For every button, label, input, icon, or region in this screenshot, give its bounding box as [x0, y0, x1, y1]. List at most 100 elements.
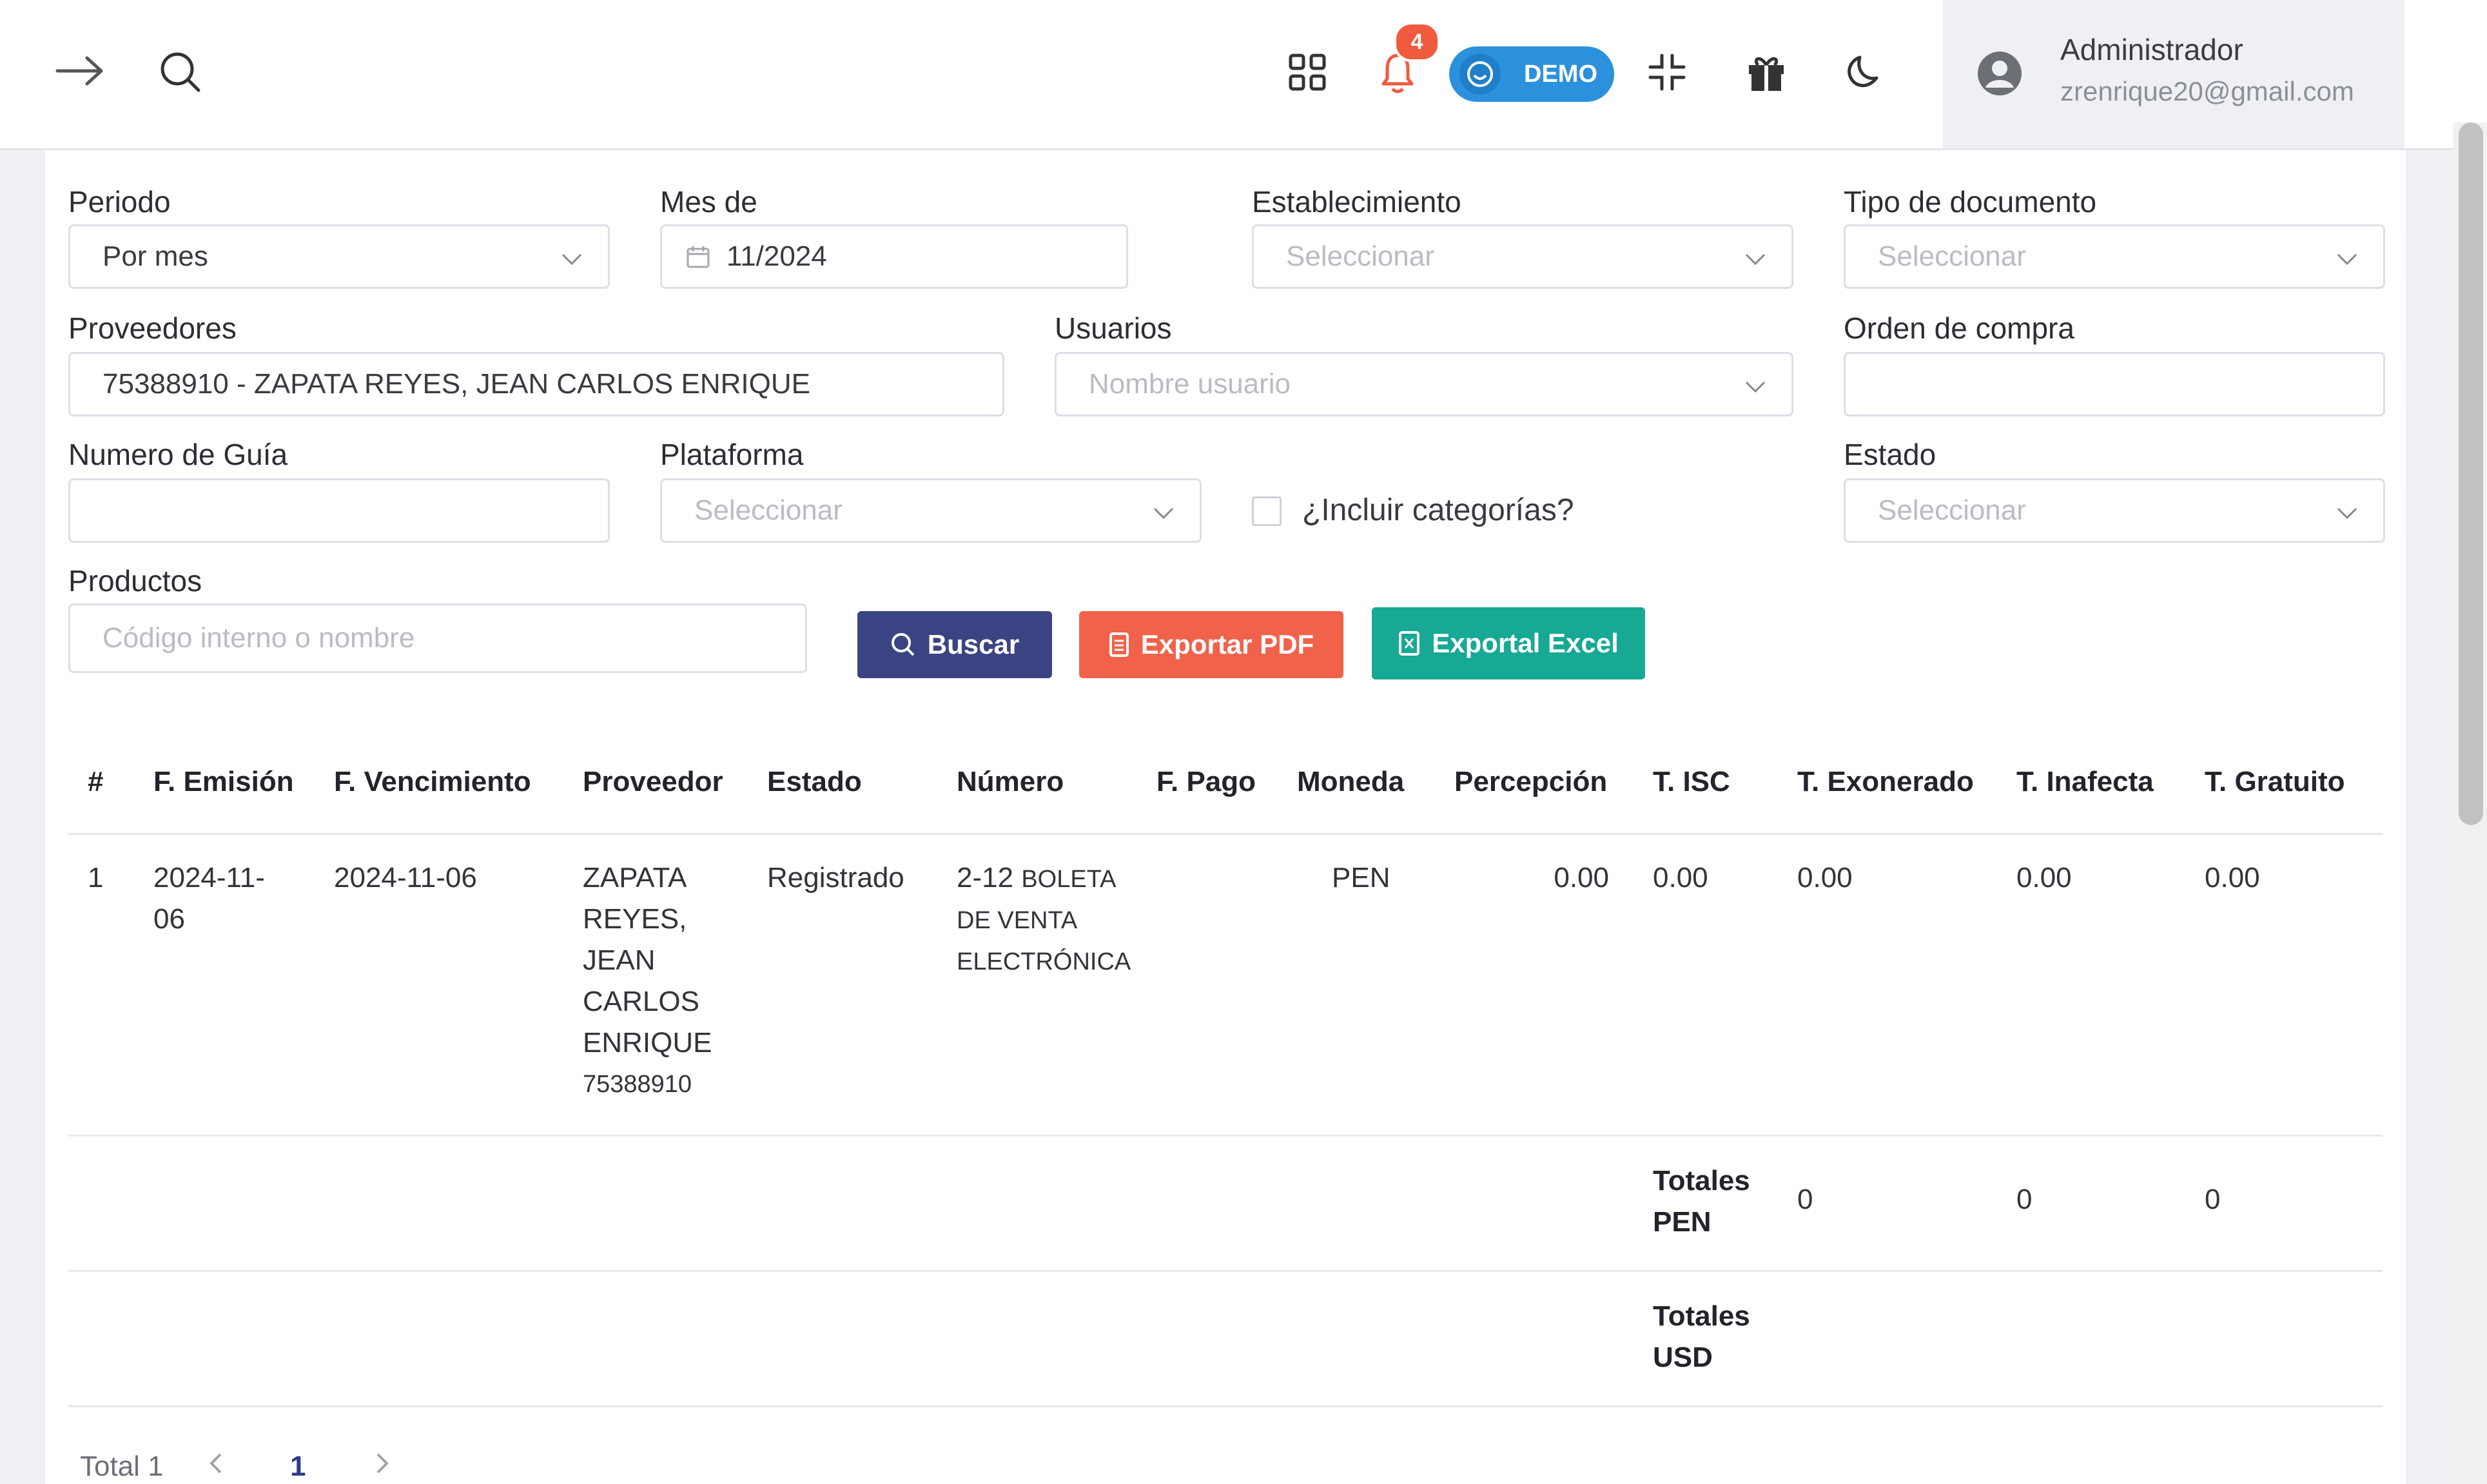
- periodo-value: Por mes: [102, 240, 208, 272]
- pagination-page[interactable]: 1: [290, 1450, 306, 1483]
- scrollbar-thumb[interactable]: [2459, 122, 2483, 825]
- exportar-pdf-button[interactable]: Exportar PDF: [1079, 611, 1343, 678]
- establecimiento-placeholder: Seleccionar: [1286, 240, 1434, 272]
- report-card: Periodo Por mes Mes de 11/2024 Estableci…: [45, 148, 2406, 1484]
- user-email: zrenrique20@gmail.com: [2060, 76, 2354, 106]
- col-header-f-emision: F. Emisión: [153, 766, 294, 797]
- chevron-right-icon: [376, 1453, 389, 1474]
- row-divider: [68, 1135, 2383, 1137]
- chevron-down-icon: [1745, 381, 1766, 393]
- col-header-t-gratuito: T. Gratuito: [2205, 766, 2345, 797]
- apps-grid-icon[interactable]: [1283, 48, 1332, 97]
- tipo-documento-select[interactable]: Seleccionar: [1844, 224, 2385, 289]
- productos-placeholder: Código interno o nombre: [102, 622, 415, 654]
- proveedores-select[interactable]: 75388910 - ZAPATA REYES, JEAN CARLOS ENR…: [68, 352, 1004, 416]
- establecimiento-select[interactable]: Seleccionar: [1252, 224, 1793, 289]
- mes-de-datepicker[interactable]: 11/2024: [660, 224, 1128, 289]
- periodo-select[interactable]: Por mes: [68, 224, 610, 289]
- plataforma-select[interactable]: Seleccionar: [660, 478, 1202, 543]
- cell-estado: Registrado: [767, 862, 904, 893]
- cell-f-emision: 2024-11- 06: [153, 857, 265, 940]
- tipo-documento-placeholder: Seleccionar: [1878, 240, 2026, 272]
- totals-usd-label: Totales USD: [1653, 1296, 1769, 1378]
- calendar-icon: [687, 246, 710, 268]
- cell-numero: 2-12 BOLETA DE VENTA ELECTRÓNICA: [957, 857, 1131, 982]
- pagination-total: Total 1: [80, 1450, 164, 1482]
- notification-badge: 4: [1394, 22, 1440, 62]
- collapse-icon[interactable]: [1643, 48, 1692, 97]
- mes-de-value: 11/2024: [727, 240, 827, 272]
- estado-select[interactable]: Seleccionar: [1844, 478, 2385, 543]
- cell-percepcion: 0.00: [1554, 862, 1609, 893]
- row-divider: [68, 1405, 2383, 1407]
- document-icon: [1109, 632, 1129, 657]
- chevron-down-icon: [561, 253, 582, 266]
- incluir-categorias-checkbox[interactable]: [1252, 496, 1282, 526]
- totals-label-line: USD: [1653, 1342, 1713, 1373]
- user-name: Administrador: [2060, 33, 2243, 66]
- cell-t-gratuito: 0.00: [2205, 862, 2260, 893]
- cell-proveedor-line: ZAPATA: [583, 862, 687, 893]
- exportar-pdf-label: Exportar PDF: [1140, 629, 1314, 659]
- cell-numero-tipo: DE VENTA: [957, 907, 1078, 934]
- demo-toggle[interactable]: DEMO: [1449, 46, 1614, 102]
- orden-compra-label: Orden de compra: [1844, 311, 2074, 345]
- chevron-down-icon: [2337, 253, 2357, 266]
- chevron-down-icon: [1745, 253, 1766, 266]
- cell-t-inafecta: 0.00: [2016, 862, 2072, 893]
- cell-proveedor: ZAPATA REYES, JEAN CARLOS ENRIQUE 753889…: [583, 857, 712, 1105]
- col-header-t-inafecta: T. Inafecta: [2016, 766, 2154, 797]
- plataforma-placeholder: Seleccionar: [694, 494, 843, 526]
- totals-label-line: Totales: [1653, 1300, 1750, 1332]
- tipo-documento-label: Tipo de documento: [1844, 185, 2097, 219]
- productos-label: Productos: [68, 564, 202, 598]
- search-icon[interactable]: [155, 46, 206, 98]
- usuarios-placeholder: Nombre usuario: [1089, 368, 1291, 400]
- mes-de-label: Mes de: [660, 185, 757, 219]
- gift-icon[interactable]: [1741, 46, 1792, 98]
- orden-compra-input[interactable]: [1844, 352, 2385, 416]
- arrow-right-icon[interactable]: [52, 45, 110, 97]
- col-header-moneda: Moneda: [1297, 766, 1405, 797]
- pagination-prev[interactable]: [206, 1450, 226, 1483]
- numero-guia-input[interactable]: [68, 478, 610, 543]
- totals-pen-inafecta: 0: [2016, 1184, 2033, 1215]
- estado-placeholder: Seleccionar: [1878, 494, 2026, 526]
- cell-moneda: PEN: [1332, 862, 1390, 893]
- plataforma-label: Plataforma: [660, 438, 804, 471]
- cell-proveedor-line: JEAN: [583, 944, 656, 976]
- exportar-excel-button[interactable]: Exportal Excel: [1372, 607, 1645, 679]
- usuarios-select[interactable]: Nombre usuario: [1055, 352, 1793, 416]
- col-header-t-isc: T. ISC: [1653, 766, 1730, 797]
- incluir-categorias-label[interactable]: ¿Incluir categorías?: [1302, 493, 1574, 528]
- totals-label-line: Totales: [1653, 1165, 1750, 1196]
- buscar-label: Buscar: [927, 629, 1020, 659]
- col-header-f-vencimiento: F. Vencimiento: [334, 766, 531, 797]
- cell-f-emision-line: 06: [153, 903, 185, 935]
- user-menu[interactable]: Administrador zrenrique20@gmail.com: [1943, 0, 2404, 148]
- col-header-estado: Estado: [767, 766, 862, 797]
- buscar-button[interactable]: Buscar: [857, 611, 1052, 678]
- usuarios-label: Usuarios: [1055, 311, 1172, 345]
- search-icon: [891, 633, 915, 656]
- top-bar: 4 DEMO Administrador zrenrique20@gmail.c…: [0, 0, 2487, 150]
- cell-f-emision-line: 2024-11-: [153, 862, 265, 893]
- pagination-next[interactable]: [373, 1450, 392, 1483]
- moon-icon[interactable]: [1838, 46, 1890, 98]
- exportar-excel-label: Exportal Excel: [1432, 628, 1619, 658]
- proveedores-value: 75388910 - ZAPATA REYES, JEAN CARLOS ENR…: [102, 368, 810, 400]
- cell-proveedor-line: CARLOS: [583, 986, 699, 1017]
- col-header-num: #: [88, 766, 104, 797]
- cell-num: 1: [88, 862, 104, 893]
- productos-input[interactable]: Código interno o nombre: [68, 603, 807, 673]
- cell-proveedor-line: ENRIQUE: [583, 1027, 712, 1059]
- cell-numero-tipo: ELECTRÓNICA: [957, 948, 1131, 975]
- proveedores-label: Proveedores: [68, 311, 237, 345]
- cell-numero-serie: 2-12: [957, 862, 1014, 893]
- chevron-down-icon: [2337, 507, 2357, 520]
- row-divider: [68, 1270, 2383, 1272]
- establecimiento-label: Establecimiento: [1252, 185, 1461, 219]
- demo-label: DEMO: [1524, 60, 1597, 88]
- smile-icon: [1459, 54, 1501, 95]
- cell-f-vencimiento: 2024-11-06: [334, 862, 477, 893]
